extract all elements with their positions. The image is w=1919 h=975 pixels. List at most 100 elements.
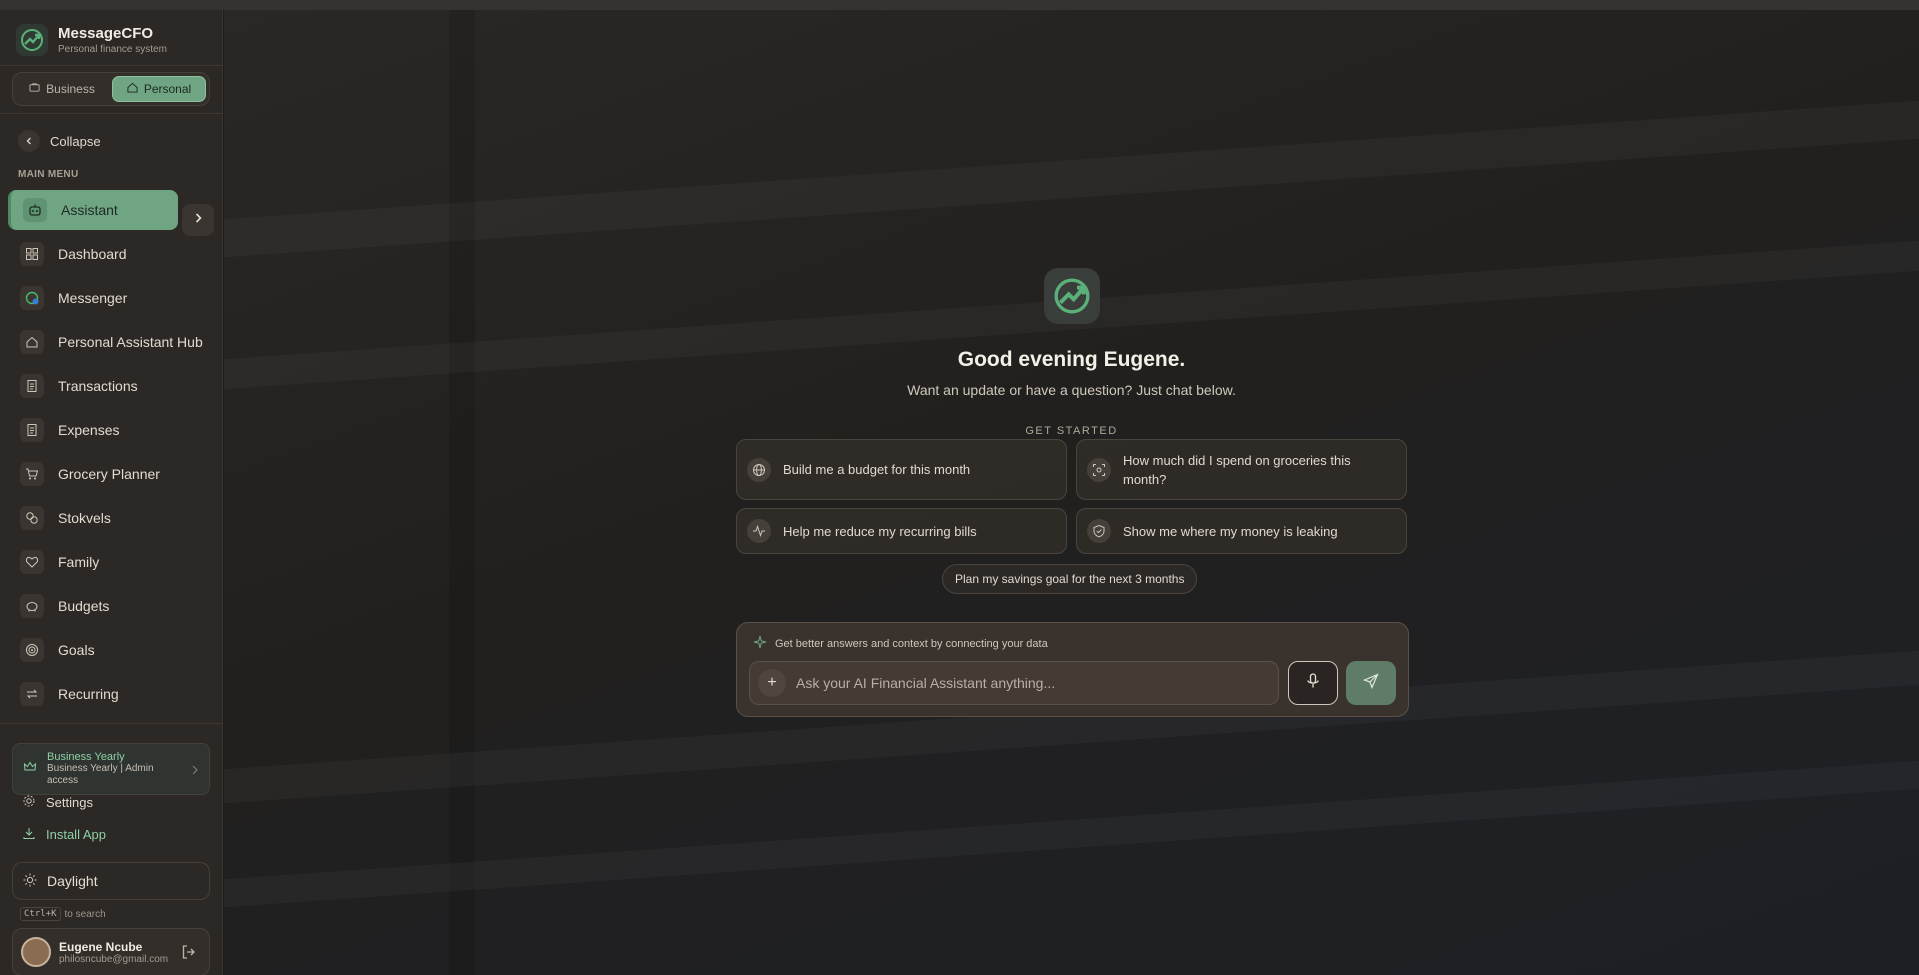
shortcut-text: to search (64, 908, 106, 920)
divider (0, 65, 223, 66)
nav-item-messenger[interactable]: Messenger (8, 278, 215, 318)
nav-item-goals[interactable]: Goals (8, 630, 215, 670)
nav-label: Family (58, 554, 100, 570)
business-mode-label: Business (46, 82, 95, 96)
window-top-bar (0, 0, 1919, 10)
suggestion-savings-goal[interactable]: Plan my savings goal for the next 3 mont… (942, 564, 1198, 594)
nav-label: Recurring (58, 686, 119, 702)
suggestion-build-budget[interactable]: Build me a budget for this month (736, 439, 1067, 500)
brand-logo-icon (16, 24, 48, 56)
nav-label: Messenger (58, 290, 128, 306)
plan-card[interactable]: Business Yearly Business Yearly | Admin … (12, 743, 210, 795)
suggestion-label: Build me a budget for this month (783, 462, 971, 477)
chevron-left-icon (18, 130, 40, 152)
robot-icon (23, 198, 47, 222)
nav-item-transactions[interactable]: Transactions (8, 366, 215, 406)
send-button[interactable] (1346, 661, 1396, 705)
expand-assistant-button[interactable] (182, 204, 214, 236)
settings-link[interactable]: Settings (22, 794, 93, 811)
nav-item-personal-assistant-hub[interactable]: Personal Assistant Hub (8, 322, 215, 362)
coins-icon (20, 506, 44, 530)
shield-icon (1087, 519, 1111, 543)
nav-item-recurring[interactable]: Recurring (8, 674, 215, 714)
install-app-label: Install App (46, 827, 106, 842)
nav-label: Transactions (58, 378, 138, 394)
microphone-button[interactable] (1288, 661, 1338, 705)
receipt-icon (20, 418, 44, 442)
nav-label: Personal Assistant Hub (58, 334, 203, 350)
divider (0, 723, 223, 724)
suggestion-label: How much did I spend on groceries this m… (1123, 452, 1351, 487)
chat-input[interactable]: + Ask your AI Financial Assistant anythi… (749, 661, 1279, 705)
nav-item-dashboard[interactable]: Dashboard (8, 234, 215, 274)
heart-icon (20, 550, 44, 574)
suggestion-groceries-spend[interactable]: How much did I spend on groceries this m… (1076, 439, 1407, 500)
nav-item-family[interactable]: Family (8, 542, 215, 582)
nav-label: Dashboard (58, 246, 127, 262)
chat-input-placeholder: Ask your AI Financial Assistant anything… (796, 675, 1056, 691)
briefcase-icon (29, 82, 40, 96)
plus-icon[interactable]: + (758, 669, 786, 697)
nav-label: Stokvels (58, 510, 111, 526)
nav-item-expenses[interactable]: Expenses (8, 410, 215, 450)
chevron-right-icon (191, 762, 199, 780)
greeting: Good evening Eugene. (957, 348, 1186, 371)
nav-label: Assistant (61, 202, 118, 218)
suggestion-money-leaking[interactable]: Show me where my money is leaking (1076, 508, 1407, 554)
collapse-label: Collapse (50, 133, 101, 149)
brand-name: MessageCFO (58, 25, 154, 42)
assistant-logo-icon (1044, 268, 1100, 324)
theme-toggle[interactable]: Daylight (12, 862, 210, 900)
connect-data-hint[interactable]: Get better answers and context by connec… (753, 635, 1048, 652)
user-card[interactable]: Eugene Ncube philosncube@gmail.com (12, 928, 210, 975)
nav-label: Goals (58, 642, 95, 658)
grid-icon (20, 242, 44, 266)
nav-label: Expenses (58, 422, 120, 438)
whatsapp-icon (20, 286, 44, 310)
repeat-icon (20, 682, 44, 706)
logout-icon[interactable] (181, 944, 197, 965)
personal-mode-label: Personal (143, 82, 192, 96)
plan-title: Business Yearly (47, 751, 125, 763)
sun-icon (23, 873, 37, 890)
theme-label: Daylight (47, 873, 98, 889)
nav-item-stokvels[interactable]: Stokvels (8, 498, 215, 538)
home-icon (127, 82, 138, 96)
nav-item-budgets[interactable]: Budgets (8, 586, 215, 626)
send-icon (1362, 672, 1379, 694)
nav-label: Grocery Planner (58, 466, 160, 482)
connect-data-text: Get better answers and context by connec… (775, 637, 1048, 650)
brand-subtitle: Personal finance system (58, 44, 167, 55)
suggestion-label: Show me where my money is leaking (1123, 523, 1338, 539)
nav-item-assistant[interactable]: Assistant (8, 190, 178, 230)
brand[interactable]: MessageCFO Personal finance system (16, 20, 167, 60)
download-icon (22, 826, 36, 843)
scan-icon (1087, 457, 1111, 482)
globe-icon (747, 457, 771, 482)
receipt-icon (20, 374, 44, 398)
gear-icon (22, 794, 36, 811)
nav-label: Budgets (58, 598, 110, 614)
background-light-stripe (224, 101, 1919, 258)
install-app-link[interactable]: Install App (22, 826, 106, 843)
avatar (21, 937, 51, 967)
suggestion-reduce-bills[interactable]: Help me reduce my recurring bills (736, 508, 1067, 554)
sidebar: MessageCFO Personal finance system Busin… (0, 10, 223, 975)
personal-mode-button[interactable]: Personal (112, 76, 206, 102)
divider (0, 113, 223, 114)
main-nav: Assistant Dashboard Messenger Personal A… (8, 190, 215, 718)
sparkle-icon (753, 635, 767, 652)
microphone-icon (1306, 672, 1320, 694)
crown-icon (23, 760, 37, 779)
chevron-right-icon (192, 211, 204, 229)
collapse-button[interactable]: Collapse (18, 130, 101, 152)
cart-icon (20, 462, 44, 486)
business-mode-button[interactable]: Business (16, 76, 108, 102)
user-name: Eugene Ncube (59, 939, 143, 954)
plan-subtitle: Business Yearly | Admin access (47, 763, 154, 786)
shortcut-key: Ctrl+K (20, 907, 61, 921)
main-area: Good evening Eugene. Want an update or h… (224, 10, 1919, 975)
target-icon (20, 638, 44, 662)
search-shortcut-hint: Ctrl+K to search (20, 907, 106, 921)
nav-item-grocery-planner[interactable]: Grocery Planner (8, 454, 215, 494)
